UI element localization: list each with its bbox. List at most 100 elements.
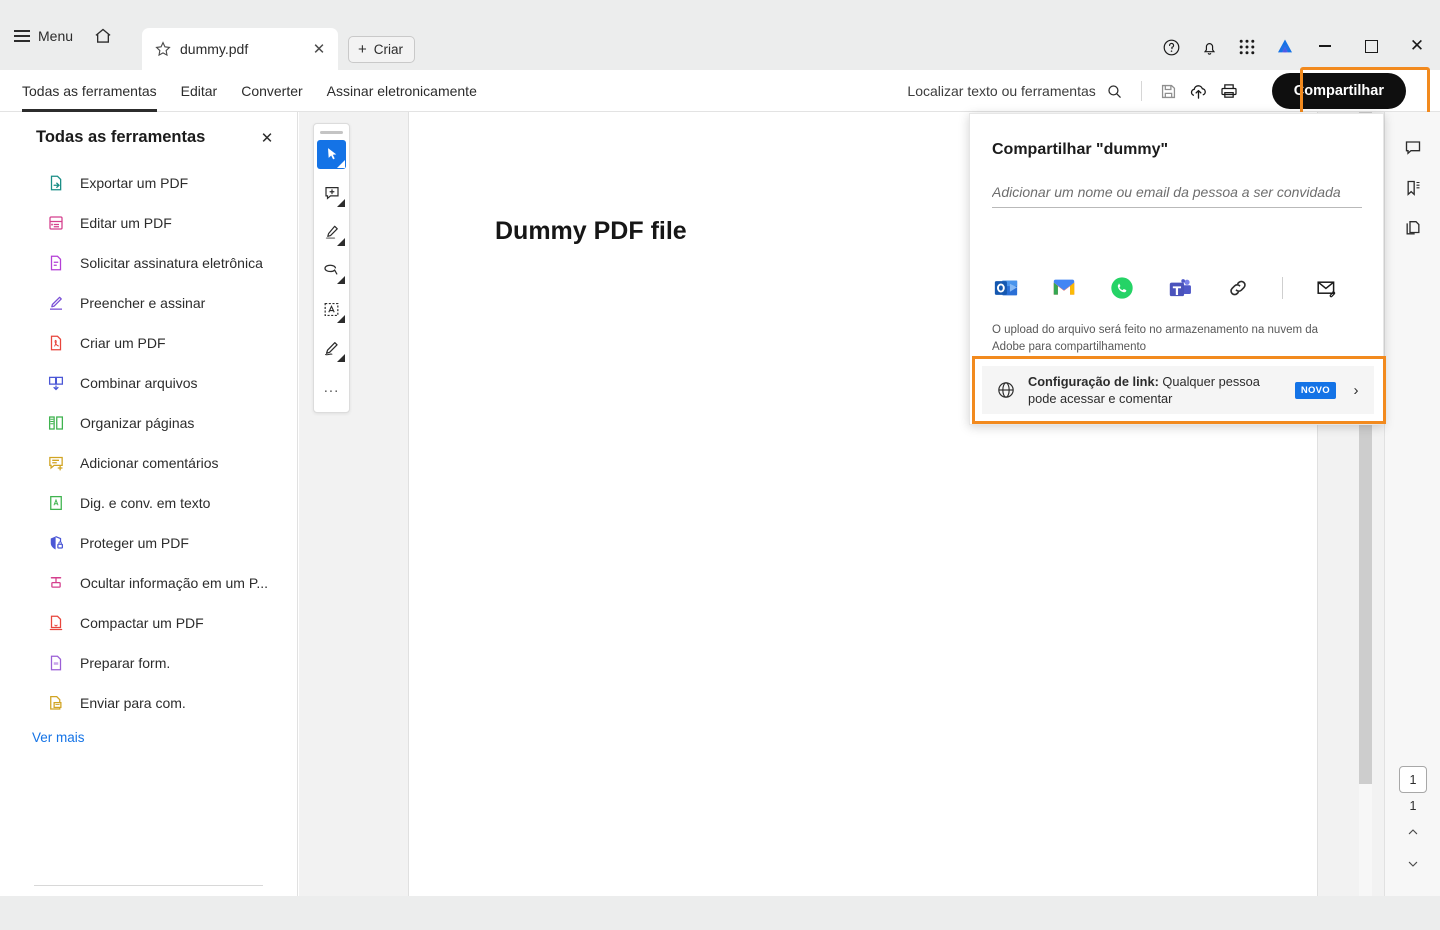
more-dots-icon: ... <box>323 379 340 397</box>
tab-close-icon[interactable]: ✕ <box>310 40 328 58</box>
right-rail: 1 1 <box>1384 112 1440 896</box>
tools-panel-close-icon[interactable]: ✕ <box>257 129 277 147</box>
tool-item-criar-um-pdf[interactable]: Criar um PDF <box>0 323 297 363</box>
tool-label: Proteger um PDF <box>80 535 189 551</box>
chevron-right-icon[interactable]: › <box>1348 382 1364 399</box>
share-panel-title: Compartilhar "dummy" <box>992 141 1169 158</box>
see-more-link[interactable]: Ver mais <box>0 730 297 745</box>
title-bar-left: Menu <box>0 0 121 70</box>
tool-item-exportar-um-pdf[interactable]: Exportar um PDF <box>0 163 297 203</box>
globe-icon <box>996 380 1016 400</box>
share-button[interactable]: Compartilhar <box>1271 73 1406 109</box>
command-bar-right: Localizar texto ou ferramentas Compartil… <box>907 70 1440 112</box>
teams-icon[interactable] <box>1166 274 1194 302</box>
tool-add-comment[interactable] <box>317 179 346 208</box>
export-pdf-icon <box>46 173 66 193</box>
tool-add-text[interactable] <box>317 295 346 324</box>
tool-label: Combinar arquivos <box>80 375 198 391</box>
print-icon[interactable] <box>1214 76 1244 106</box>
toolbar-drag-handle[interactable] <box>320 131 343 134</box>
chevron-down-icon <box>337 198 345 207</box>
tool-item-proteger-um-pdf[interactable]: Proteger um PDF <box>0 523 297 563</box>
add-comments-icon <box>46 453 66 473</box>
tab-title: dummy.pdf <box>180 41 249 57</box>
share-invite-input[interactable] <box>992 176 1362 208</box>
create-pdf-icon <box>46 333 66 353</box>
page-navigator: 1 1 <box>1385 766 1440 877</box>
status-badge: NOVO <box>1294 381 1336 399</box>
app-grid-icon[interactable] <box>1236 36 1258 58</box>
chevron-down-icon <box>337 315 345 324</box>
cloud-upload-icon[interactable] <box>1184 76 1214 106</box>
tool-item-combinar-arquivos[interactable]: Combinar arquivos <box>0 363 297 403</box>
current-page-input[interactable]: 1 <box>1399 766 1427 793</box>
organize-pages-icon <box>46 413 66 433</box>
tool-draw-oval[interactable] <box>317 257 346 286</box>
copy-link-icon[interactable] <box>1224 274 1252 302</box>
tool-item-ocultar-informacao[interactable]: Ocultar informação em um P... <box>0 563 297 603</box>
menu-label: Menu <box>38 28 74 44</box>
command-tabs: Todas as ferramentas Editar Converter As… <box>22 70 477 112</box>
tool-item-dig-e-conv-em-texto[interactable]: Dig. e conv. em texto <box>0 483 297 523</box>
edit-pdf-icon <box>46 213 66 233</box>
tool-item-enviar-para-com[interactable]: Enviar para com. <box>0 683 297 723</box>
gmail-icon[interactable] <box>1050 274 1078 302</box>
tool-item-organizar-paginas[interactable]: Organizar páginas <box>0 403 297 443</box>
tool-more-options[interactable]: ... <box>317 373 346 402</box>
bell-icon[interactable] <box>1198 36 1220 58</box>
tab-editar[interactable]: Editar <box>181 70 218 112</box>
tool-label: Compactar um PDF <box>80 615 204 631</box>
tools-list: Exportar um PDF Editar um PDF Solicitar … <box>0 157 297 745</box>
link-settings-row[interactable]: Configuração de link: Qualquer pessoa po… <box>982 366 1374 414</box>
divider <box>1140 81 1142 101</box>
tool-item-adicionar-comentarios[interactable]: Adicionar comentários <box>0 443 297 483</box>
tool-item-compactar-um-pdf[interactable]: Compactar um PDF <box>0 603 297 643</box>
tab-label: Assinar eletronicamente <box>326 83 477 99</box>
tools-panel-divider <box>34 885 263 886</box>
prepare-form-icon <box>46 653 66 673</box>
fill-sign-icon <box>46 293 66 313</box>
tool-item-preparar-form[interactable]: Preparar form. <box>0 643 297 683</box>
comment-panel-icon[interactable] <box>1385 128 1440 168</box>
save-icon[interactable] <box>1154 76 1184 106</box>
previous-page-button[interactable] <box>1398 819 1428 845</box>
window-close-button[interactable]: ✕ <box>1394 26 1440 66</box>
tool-item-editar-um-pdf[interactable]: Editar um PDF <box>0 203 297 243</box>
tool-select-cursor[interactable] <box>317 139 346 169</box>
tab-assinar-eletronicamente[interactable]: Assinar eletronicamente <box>327 70 477 112</box>
tool-label: Preparar form. <box>80 655 171 671</box>
adobe-logo-icon[interactable] <box>1274 36 1296 58</box>
tool-highlight[interactable] <box>317 218 346 247</box>
window-controls: ✕ <box>1302 26 1440 66</box>
document-tab[interactable]: dummy.pdf ✕ <box>142 28 338 70</box>
tool-label: Adicionar comentários <box>80 455 219 471</box>
pages-thumbnail-icon[interactable] <box>1385 208 1440 248</box>
tool-item-solicitar-assinatura-eletronica[interactable]: Solicitar assinatura eletrônica <box>0 243 297 283</box>
plus-icon: + <box>358 41 367 58</box>
tab-converter[interactable]: Converter <box>241 70 302 112</box>
next-page-button[interactable] <box>1398 851 1428 877</box>
tools-panel-title: Todas as ferramentas <box>36 128 206 146</box>
whatsapp-icon[interactable] <box>1108 274 1136 302</box>
menu-button[interactable]: Menu <box>0 16 85 56</box>
tool-label: Organizar páginas <box>80 415 195 431</box>
bottom-strip <box>0 896 1440 930</box>
search-input[interactable]: Localizar texto ou ferramentas <box>907 83 1128 100</box>
outlook-icon[interactable] <box>992 274 1020 302</box>
tool-label: Preencher e assinar <box>80 295 206 311</box>
help-icon[interactable] <box>1160 36 1182 58</box>
home-button[interactable] <box>85 16 121 56</box>
divider <box>1282 277 1283 299</box>
tool-item-preencher-e-assinar[interactable]: Preencher e assinar <box>0 283 297 323</box>
new-tab-button[interactable]: + Criar <box>348 36 416 63</box>
tool-signature[interactable] <box>317 334 346 363</box>
link-settings-label: Configuração de link: <box>1028 373 1159 389</box>
tab-todas-as-ferramentas[interactable]: Todas as ferramentas <box>22 70 157 112</box>
email-attach-icon[interactable] <box>1313 274 1341 302</box>
scan-ocr-icon <box>46 493 66 513</box>
star-icon[interactable] <box>154 40 172 58</box>
window-maximize-button[interactable] <box>1348 26 1394 66</box>
tools-panel-header: Todas as ferramentas ✕ <box>0 112 297 157</box>
bookmark-panel-icon[interactable] <box>1385 168 1440 208</box>
window-minimize-button[interactable] <box>1302 26 1348 66</box>
